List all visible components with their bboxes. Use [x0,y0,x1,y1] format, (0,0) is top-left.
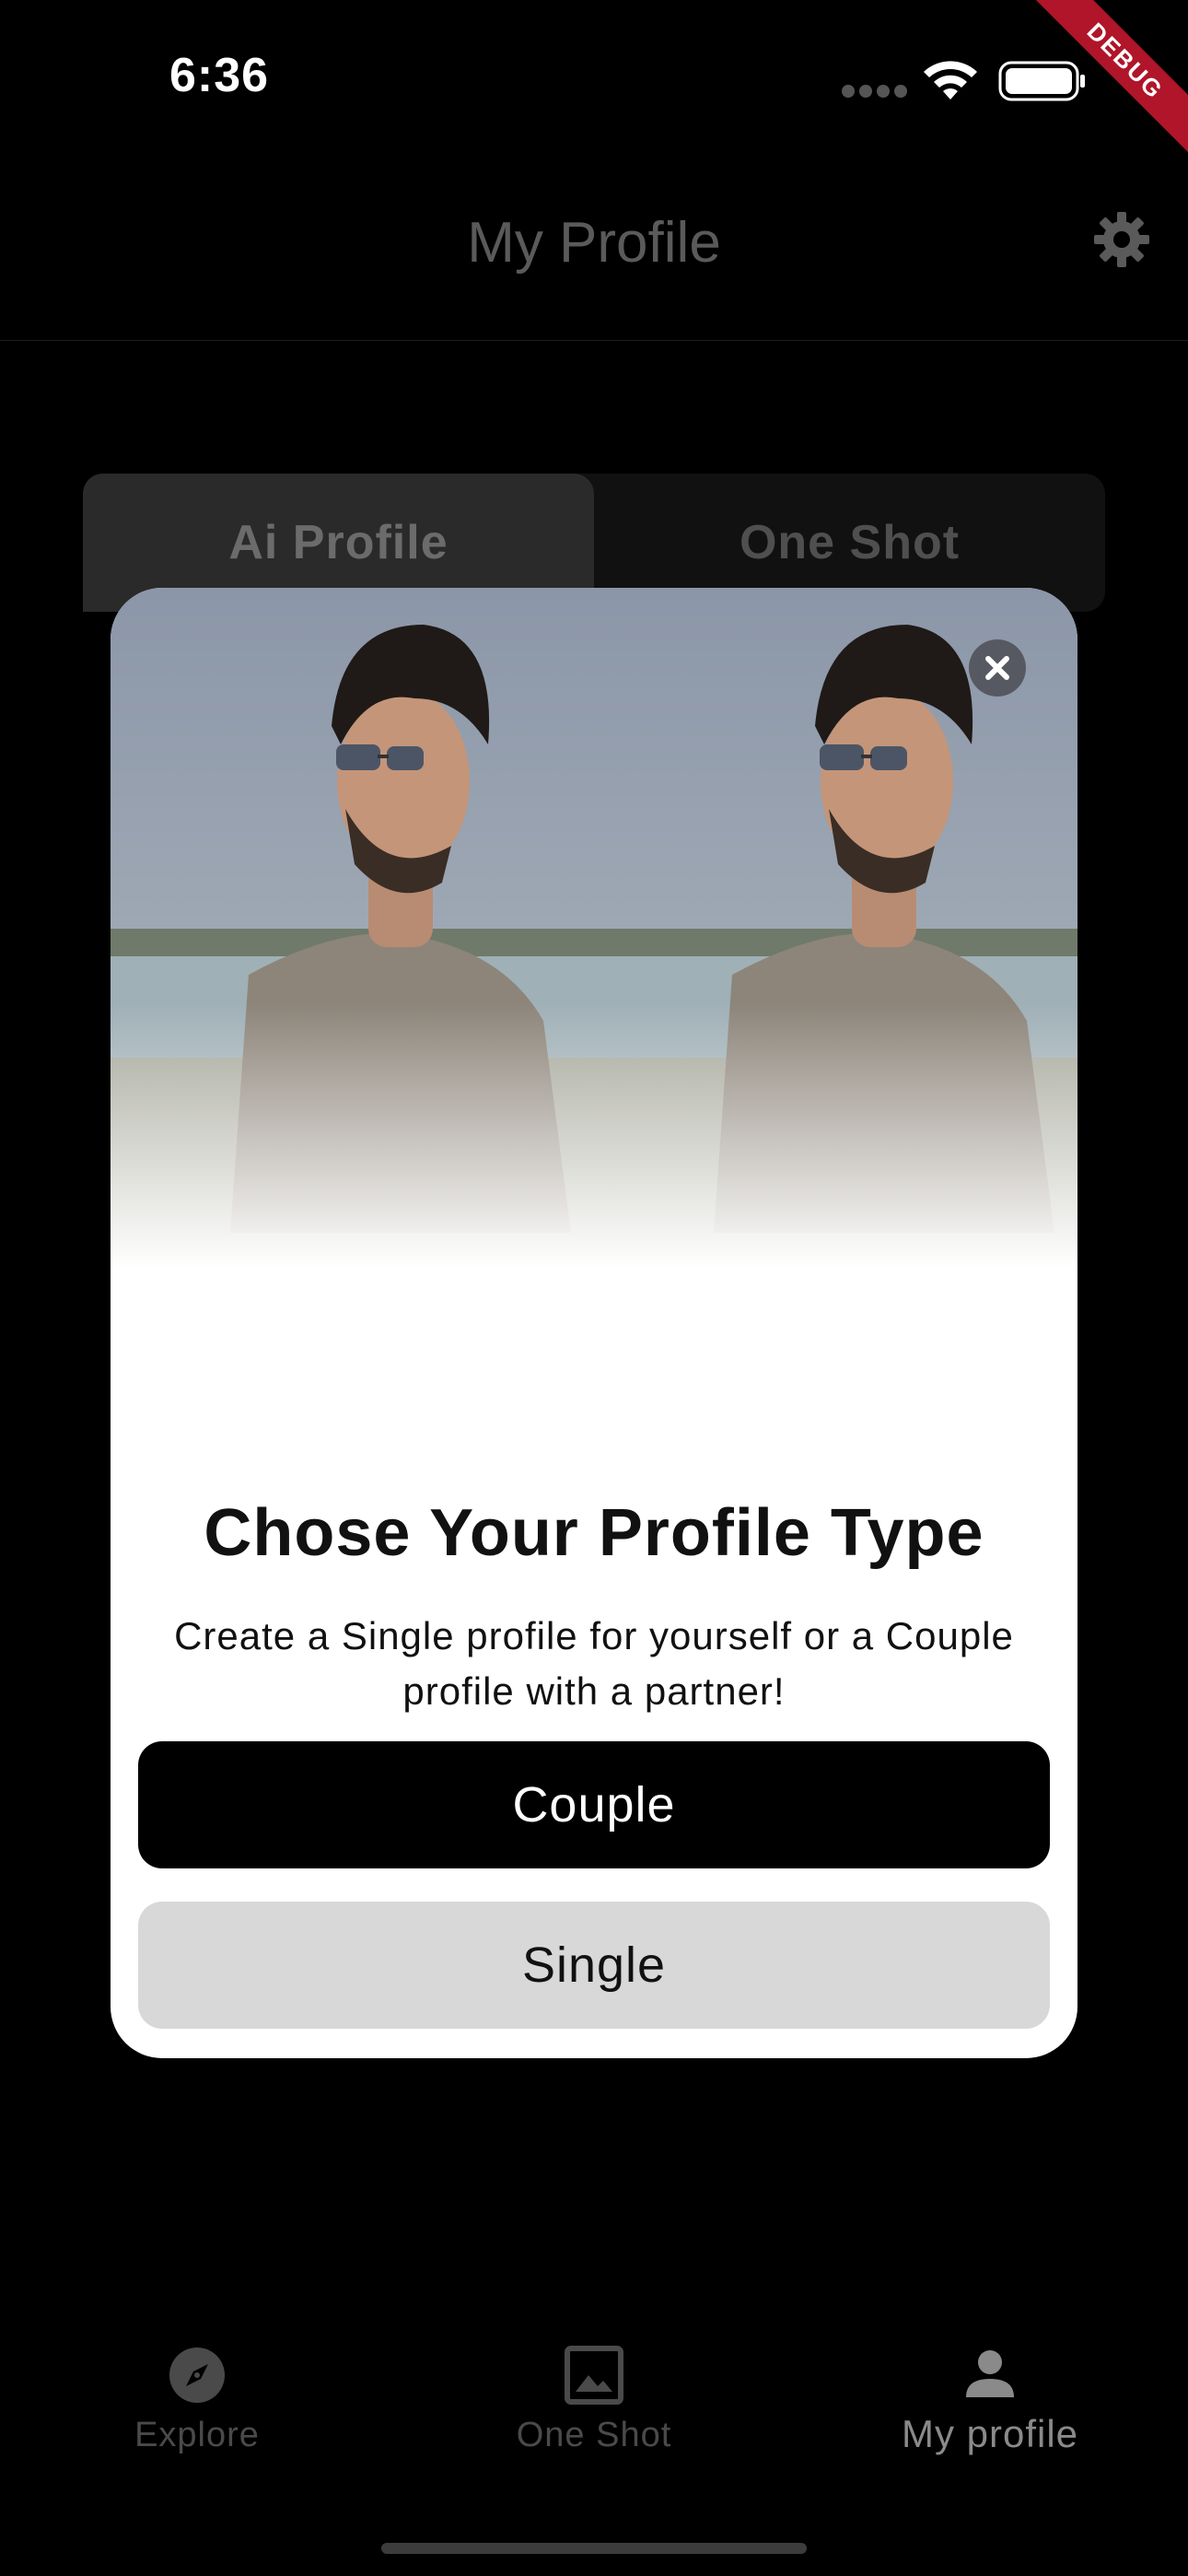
nav-item-explore[interactable]: Explore [59,2322,335,2506]
close-icon [985,656,1009,680]
page-title: My Profile [467,211,721,275]
wifi-icon [924,61,977,100]
compass-icon [169,2348,225,2403]
app-header: My Profile [0,175,1188,341]
profile-photo-collage [111,588,1077,1343]
nav-item-one-shot[interactable]: One Shot [456,2322,732,2506]
nav-label-my-profile: My profile [901,2412,1079,2455]
single-button[interactable]: Single [138,1902,1050,2029]
gear-icon[interactable] [1092,210,1151,269]
bottom-nav: Explore One Shot My profile [0,2322,1188,2506]
cellular-signal-icon [842,85,907,98]
profile-type-modal: Chose Your Profile Type Create a Single … [111,588,1077,2058]
status-time: 6:36 [169,49,270,102]
image-icon [565,2346,623,2405]
modal-subtitle: Create a Single profile for yourself or … [174,1614,1014,1713]
person-icon [966,2350,1014,2397]
debug-ribbon: DEBUG [1004,0,1188,184]
modal-title: Chose Your Profile Type [204,1496,984,1570]
close-button[interactable] [969,639,1026,697]
nav-item-my-profile[interactable]: My profile [852,2322,1128,2506]
nav-label-one-shot: One Shot [516,2416,672,2454]
couple-button[interactable]: Couple [138,1741,1050,1868]
debug-label: DEBUG [1026,0,1188,160]
home-indicator[interactable] [381,2543,807,2554]
nav-label-explore: Explore [134,2416,260,2454]
